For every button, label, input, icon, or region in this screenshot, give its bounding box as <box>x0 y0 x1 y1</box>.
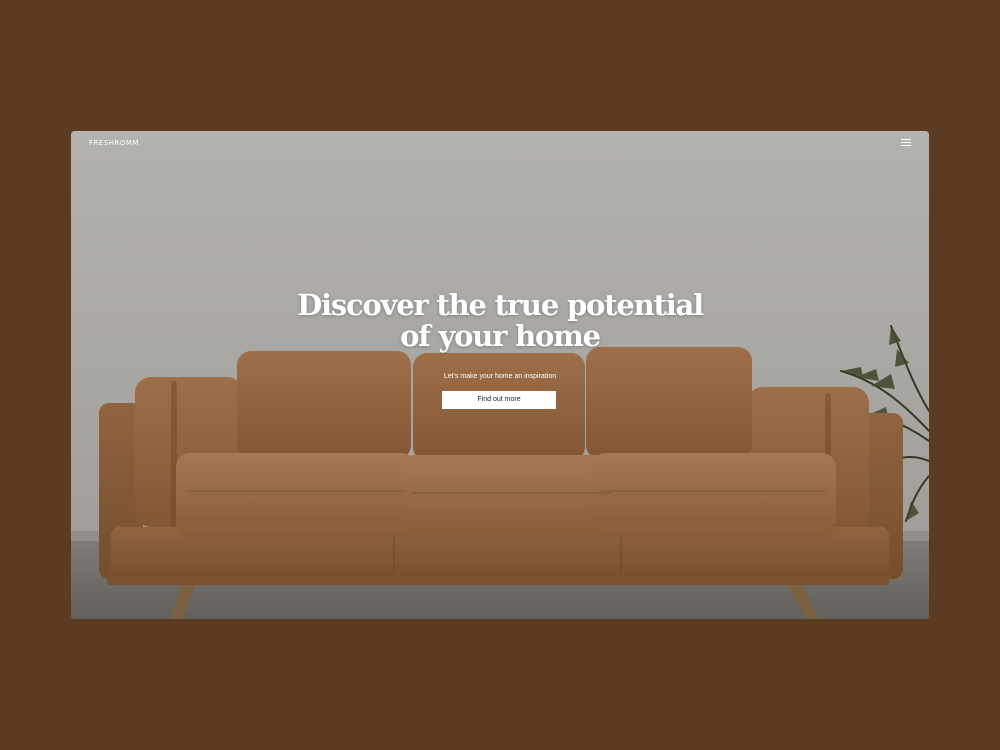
hero-section: FRESHROMM Discover the true potential of… <box>71 131 929 619</box>
menu-line <box>901 145 911 146</box>
brand-logo[interactable]: FRESHROMM <box>89 139 139 147</box>
hero-headline: Discover the true potential of your home <box>71 290 929 352</box>
find-out-more-button[interactable]: Find out more <box>442 391 556 409</box>
hero-headline-line-2: of your home <box>400 319 601 353</box>
hero-subheadline: Let's make your home an inspiration <box>443 373 557 380</box>
hamburger-menu-icon[interactable] <box>901 139 911 148</box>
hero-headline-line-1: Discover the true potential <box>297 288 704 322</box>
menu-line <box>901 142 911 143</box>
menu-line <box>901 139 911 140</box>
